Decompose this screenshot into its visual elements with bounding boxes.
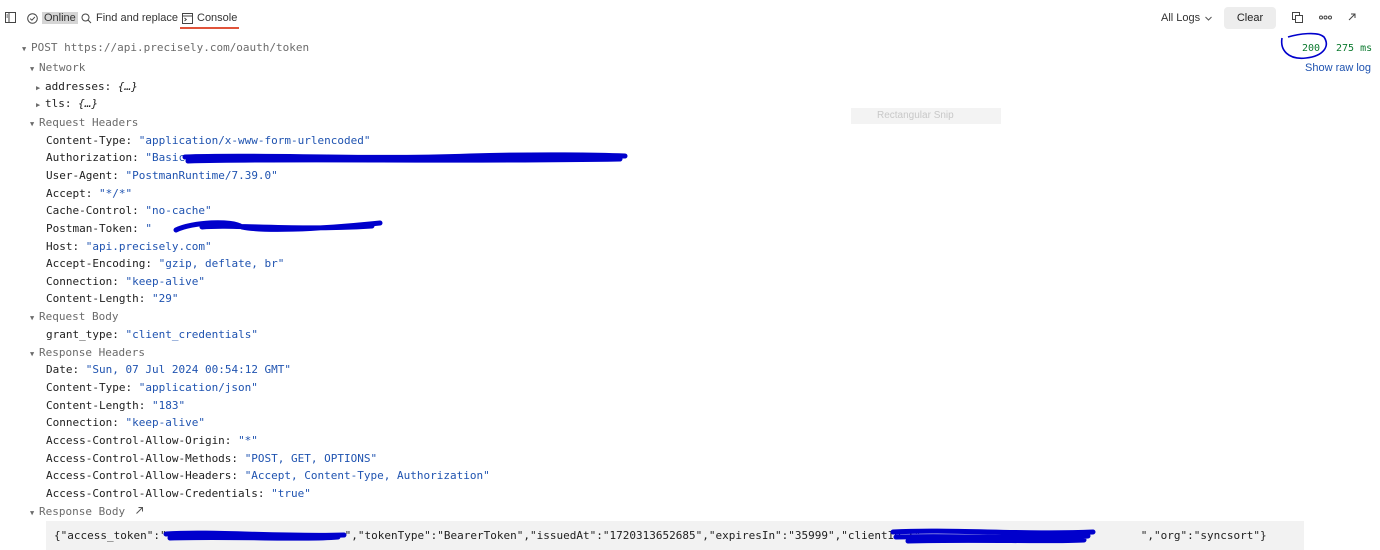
check-circle-icon <box>27 12 38 24</box>
header-row: Host: "api.precisely.com" <box>46 240 212 253</box>
addresses-row[interactable]: ▶ addresses: {…} <box>36 80 138 94</box>
toolbar: Online Find and replace Console All Logs… <box>0 0 1380 36</box>
copy-icon <box>1292 12 1303 23</box>
triangle-down-icon: ▼ <box>30 350 35 358</box>
header-row: Accept: "*/*" <box>46 187 133 200</box>
tls-row[interactable]: ▶ tls: {…} <box>36 97 98 111</box>
header-row: Access-Control-Allow-Credentials: "true" <box>46 487 311 500</box>
copy-button[interactable] <box>1292 12 1303 23</box>
header-row: Content-Type: "application/json" <box>46 381 258 394</box>
rectangular-snip-ghost: Rectangular Snip <box>851 108 1001 124</box>
header-row: Connection: "keep-alive" <box>46 416 205 429</box>
find-replace-button[interactable]: Find and replace <box>81 12 178 24</box>
addresses-key: addresses: <box>45 80 112 93</box>
body-row: grant_type: "client_credentials" <box>46 328 258 341</box>
request-method: POST <box>31 41 58 54</box>
request-headers-label: Request Headers <box>39 116 139 129</box>
header-row: Date: "Sun, 07 Jul 2024 00:54:12 GMT" <box>46 363 292 376</box>
status-code: 200 <box>1302 43 1321 54</box>
console-label: Console <box>197 12 238 24</box>
external-link-icon[interactable] <box>135 506 144 515</box>
tls-value: {…} <box>78 97 98 110</box>
request-body-group[interactable]: ▼ Request Body <box>30 310 118 324</box>
addresses-value: {…} <box>117 80 138 93</box>
request-body-label: Request Body <box>39 310 119 323</box>
header-row: Content-Length: "29" <box>46 292 179 305</box>
triangle-down-icon: ▼ <box>22 45 27 53</box>
header-row: Accept-Encoding: "gzip, deflate, br" <box>46 257 285 270</box>
response-body-label: Response Body <box>39 505 126 518</box>
triangle-right-icon: ▶ <box>36 84 41 92</box>
expand-button[interactable] <box>1347 12 1357 22</box>
header-row: Access-Control-Allow-Methods: "POST, GET… <box>46 452 378 465</box>
triangle-down-icon: ▼ <box>30 314 35 322</box>
chevron-down-icon <box>1205 16 1212 21</box>
request-headers-group[interactable]: ▼ Request Headers <box>30 116 138 130</box>
network-group[interactable]: ▼ Network <box>30 61 85 75</box>
redaction-scribble <box>173 220 383 233</box>
console-icon <box>182 12 193 24</box>
sidebar-toggle-button[interactable] <box>5 12 16 23</box>
search-icon <box>81 13 92 23</box>
header-row: Authorization: "Basic <box>46 151 186 164</box>
response-body-group[interactable]: ▼ Response Body <box>30 505 144 519</box>
header-row: Connection: "keep-alive" <box>46 275 205 288</box>
response-headers-label: Response Headers <box>39 346 145 359</box>
triangle-down-icon: ▼ <box>30 509 35 517</box>
header-row: Content-Length: "183" <box>46 399 186 412</box>
response-body-content: {"access_token":" ","tokenType":"BearerTo… <box>46 521 1304 550</box>
logs-filter-dropdown[interactable]: All Logs <box>1161 12 1213 24</box>
tls-key: tls: <box>45 97 72 110</box>
header-row: Cache-Control: "no-cache" <box>46 204 212 217</box>
expand-icon <box>1348 13 1356 21</box>
status-online-button[interactable]: Online <box>27 12 78 24</box>
response-time: 275 ms <box>1336 43 1373 54</box>
more-icon <box>1319 15 1332 20</box>
header-row: Access-Control-Allow-Headers: "Accept, C… <box>46 469 490 482</box>
triangle-right-icon: ▶ <box>36 101 41 109</box>
triangle-down-icon: ▼ <box>30 65 35 73</box>
triangle-down-icon: ▼ <box>30 120 35 128</box>
network-label: Network <box>39 61 86 74</box>
response-headers-group[interactable]: ▼ Response Headers <box>30 346 145 360</box>
tab-console[interactable]: Console <box>179 12 240 29</box>
sidebar-icon <box>5 12 16 23</box>
find-replace-label: Find and replace <box>96 12 178 24</box>
header-row: Postman-Token: " <box>46 222 152 235</box>
logs-filter-label: All Logs <box>1161 12 1201 24</box>
header-row: Access-Control-Allow-Origin: "*" <box>46 434 258 447</box>
more-options-button[interactable] <box>1319 12 1332 23</box>
request-url: https://api.precisely.com/oauth/token <box>64 41 310 54</box>
redaction-scribble <box>182 152 628 164</box>
request-row[interactable]: ▼ POST https://api.precisely.com/oauth/to… <box>22 41 309 55</box>
header-row: Content-Type: "application/x-www-form-ur… <box>46 134 371 147</box>
status-label: Online <box>42 12 78 24</box>
header-row: User-Agent: "PostmanRuntime/7.39.0" <box>46 169 278 182</box>
clear-button[interactable]: Clear <box>1224 7 1276 29</box>
show-raw-log-link[interactable]: Show raw log <box>1305 62 1371 74</box>
